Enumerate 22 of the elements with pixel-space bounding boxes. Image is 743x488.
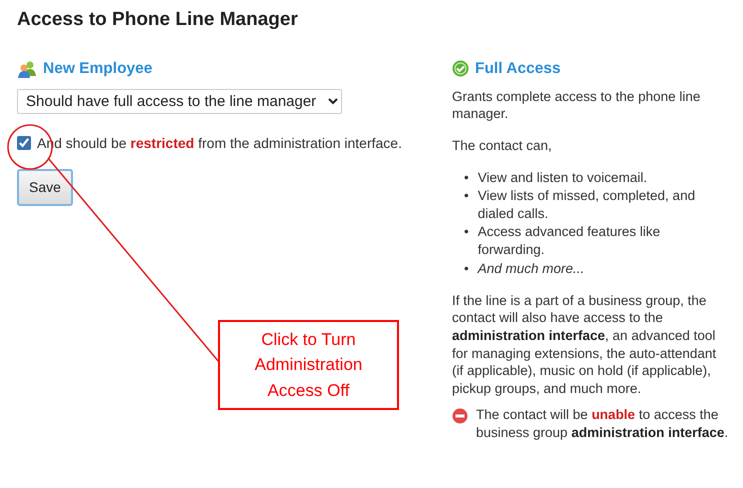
- list-bullet: •: [464, 260, 469, 278]
- abilities-intro: The contact can,: [452, 137, 553, 155]
- check-circle-icon: [452, 60, 469, 78]
- contact-name: New Employee: [43, 58, 152, 79]
- list-bullet: •: [464, 168, 469, 187]
- ability-item: View and listen to voicemail.: [478, 168, 648, 187]
- list-bullet: •: [464, 186, 469, 205]
- ability-item: Access advanced features like forwarding.: [478, 223, 662, 260]
- save-button[interactable]: Save: [17, 169, 73, 206]
- warning-text: The contact will be unable to access the business group administration interface.: [476, 406, 730, 442]
- page-title: Access to Phone Line Manager: [16, 8, 299, 32]
- access-heading: Full Access: [475, 58, 561, 79]
- list-bullet: •: [464, 223, 469, 242]
- ability-item: And much more...: [478, 260, 584, 278]
- no-entry-icon: [452, 408, 468, 424]
- access-dropdown[interactable]: Should have full access to the line manager: [17, 88, 342, 114]
- ability-item: View lists of missed, completed, and dialed calls.: [478, 186, 696, 224]
- restrict-checkbox[interactable]: [17, 136, 31, 150]
- business-note: If the line is a part of a business group, the contact will also have access to the administration interface, an advanced tool for managing extensions, the auto-attendant (if applicable), music on hold (if applicable), pickup groups, and much more.: [452, 292, 718, 398]
- users-icon: [17, 60, 37, 78]
- callout-text: Click to Turn Administration Access Off: [254, 328, 364, 402]
- access-description: Grants complete access to the phone line manager.: [452, 88, 702, 124]
